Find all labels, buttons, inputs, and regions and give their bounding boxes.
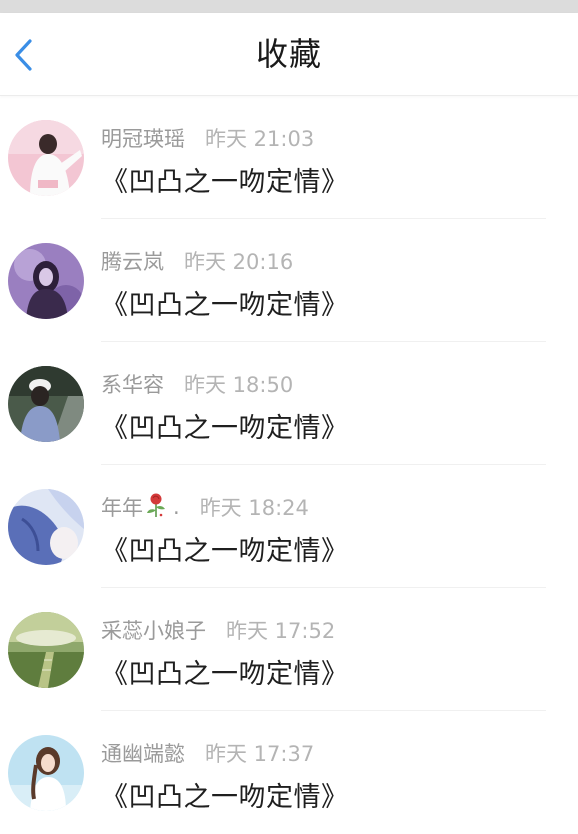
timestamp: 昨天 21:03 [205,127,315,151]
timestamp: 昨天 17:52 [226,619,336,643]
author-name[interactable]: 采蕊小娘子 [101,615,206,645]
list-item[interactable]: 通幽端懿 昨天 17:37 《凹凸之一吻定情》 [0,711,578,834]
timestamp: 昨天 20:16 [184,250,294,274]
author-name-suffix: . [173,495,180,519]
author-name[interactable]: 系华容 [101,369,164,399]
author-line: 通幽端懿 昨天 17:37 [101,737,314,769]
avatar[interactable] [8,735,84,811]
author-name[interactable]: 腾云岚 [101,246,164,276]
chevron-left-icon [15,39,32,71]
item-title[interactable]: 《凹凸之一吻定情》 [101,775,349,814]
back-button[interactable] [4,33,44,77]
page-title: 收藏 [255,35,322,73]
avatar[interactable] [8,243,84,319]
avatar[interactable] [8,612,84,688]
author-line: 腾云岚 昨天 20:16 [101,245,293,277]
list-item[interactable]: 明冠瑛瑶 昨天 21:03 《凹凸之一吻定情》 [0,96,578,219]
avatar[interactable] [8,489,84,565]
author-line: 年年 . 昨天 18:24 [101,491,309,523]
item-title[interactable]: 《凹凸之一吻定情》 [101,406,349,445]
item-title[interactable]: 《凹凸之一吻定情》 [101,529,349,568]
timestamp: 昨天 18:50 [184,373,294,397]
list-item[interactable]: 腾云岚 昨天 20:16 《凹凸之一吻定情》 [0,219,578,342]
status-bar-strip [0,0,578,13]
avatar[interactable] [8,366,84,442]
timestamp: 昨天 18:24 [199,496,309,520]
item-title[interactable]: 《凹凸之一吻定情》 [101,283,349,322]
rose-icon [145,492,167,523]
list-item[interactable]: 年年 . 昨天 18:24 《凹凸之一吻定情》 [0,465,578,588]
author-name[interactable]: 通幽端懿 [101,738,185,768]
author-name[interactable]: 明冠瑛瑶 [101,123,185,153]
list-item[interactable]: 采蕊小娘子 昨天 17:52 《凹凸之一吻定情》 [0,588,578,711]
list-item[interactable]: 系华容 昨天 18:50 《凹凸之一吻定情》 [0,342,578,465]
nav-bar: 收藏 [0,13,578,96]
author-line: 系华容 昨天 18:50 [101,368,293,400]
favorites-list: 明冠瑛瑶 昨天 21:03 《凹凸之一吻定情》 腾云岚 昨天 20:16 《凹凸… [0,96,578,834]
author-line: 明冠瑛瑶 昨天 21:03 [101,122,314,154]
author-name[interactable]: 年年 [101,492,143,522]
timestamp: 昨天 17:37 [205,742,315,766]
item-title[interactable]: 《凹凸之一吻定情》 [101,652,349,691]
author-line: 采蕊小娘子 昨天 17:52 [101,614,335,646]
item-title[interactable]: 《凹凸之一吻定情》 [101,160,349,199]
avatar[interactable] [8,120,84,196]
